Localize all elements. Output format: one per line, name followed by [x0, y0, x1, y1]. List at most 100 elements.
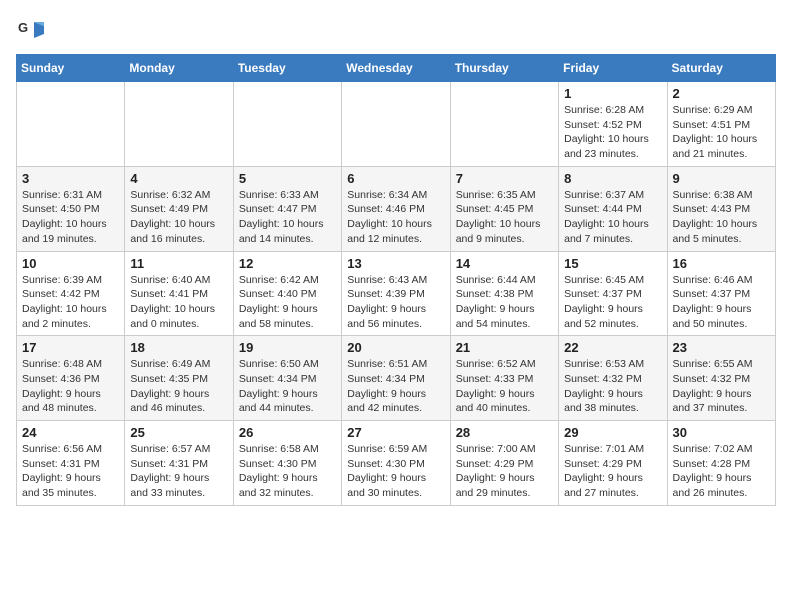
day-info: Sunrise: 6:59 AM Sunset: 4:30 PM Dayligh… — [347, 442, 444, 501]
day-header-saturday: Saturday — [667, 55, 775, 82]
calendar-day-cell: 16 Sunrise: 6:46 AM Sunset: 4:37 PM Dayli… — [667, 251, 775, 336]
day-header-friday: Friday — [559, 55, 667, 82]
day-number: 12 — [239, 256, 336, 271]
day-number: 27 — [347, 425, 444, 440]
day-info: Sunrise: 6:44 AM Sunset: 4:38 PM Dayligh… — [456, 273, 553, 332]
day-number: 30 — [673, 425, 770, 440]
day-number: 4 — [130, 171, 227, 186]
day-info: Sunrise: 6:50 AM Sunset: 4:34 PM Dayligh… — [239, 357, 336, 416]
calendar-week-row: 3 Sunrise: 6:31 AM Sunset: 4:50 PM Daylig… — [17, 166, 776, 251]
day-info: Sunrise: 6:33 AM Sunset: 4:47 PM Dayligh… — [239, 188, 336, 247]
calendar-day-cell: 18 Sunrise: 6:49 AM Sunset: 4:35 PM Dayli… — [125, 336, 233, 421]
calendar-day-cell: 10Sunrise: 6:39 AM Sunset: 4:42 PM Dayli… — [17, 251, 125, 336]
day-info: Sunrise: 6:43 AM Sunset: 4:39 PM Dayligh… — [347, 273, 444, 332]
calendar-day-cell — [17, 82, 125, 167]
day-info: Sunrise: 6:45 AM Sunset: 4:37 PM Dayligh… — [564, 273, 661, 332]
day-number: 20 — [347, 340, 444, 355]
calendar-day-cell: 1 Sunrise: 6:28 AM Sunset: 4:52 PM Daylig… — [559, 82, 667, 167]
calendar-day-cell: 19 Sunrise: 6:50 AM Sunset: 4:34 PM Dayli… — [233, 336, 341, 421]
svg-text:G: G — [18, 20, 28, 35]
day-number: 17 — [22, 340, 119, 355]
day-number: 29 — [564, 425, 661, 440]
day-number: 26 — [239, 425, 336, 440]
day-info: Sunrise: 7:00 AM Sunset: 4:29 PM Dayligh… — [456, 442, 553, 501]
day-number: 11 — [130, 256, 227, 271]
calendar-day-cell — [233, 82, 341, 167]
calendar-day-cell: 30 Sunrise: 7:02 AM Sunset: 4:28 PM Dayli… — [667, 421, 775, 506]
calendar-day-cell — [450, 82, 558, 167]
calendar-day-cell: 28Sunrise: 7:00 AM Sunset: 4:29 PM Dayli… — [450, 421, 558, 506]
calendar-day-cell: 12 Sunrise: 6:42 AM Sunset: 4:40 PM Dayli… — [233, 251, 341, 336]
day-number: 13 — [347, 256, 444, 271]
day-info: Sunrise: 6:32 AM Sunset: 4:49 PM Dayligh… — [130, 188, 227, 247]
calendar-day-cell: 15Sunrise: 6:45 AM Sunset: 4:37 PM Dayli… — [559, 251, 667, 336]
day-info: Sunrise: 6:58 AM Sunset: 4:30 PM Dayligh… — [239, 442, 336, 501]
day-number: 5 — [239, 171, 336, 186]
day-number: 7 — [456, 171, 553, 186]
calendar-week-row: 17 Sunrise: 6:48 AM Sunset: 4:36 PM Dayli… — [17, 336, 776, 421]
day-number: 25 — [130, 425, 227, 440]
calendar-day-cell: 7 Sunrise: 6:35 AM Sunset: 4:45 PM Daylig… — [450, 166, 558, 251]
day-header-monday: Monday — [125, 55, 233, 82]
calendar-day-cell: 17 Sunrise: 6:48 AM Sunset: 4:36 PM Dayli… — [17, 336, 125, 421]
calendar-day-cell: 25 Sunrise: 6:57 AM Sunset: 4:31 PM Dayli… — [125, 421, 233, 506]
calendar-header-row: SundayMondayTuesdayWednesdayThursdayFrid… — [17, 55, 776, 82]
day-number: 14 — [456, 256, 553, 271]
day-info: Sunrise: 6:57 AM Sunset: 4:31 PM Dayligh… — [130, 442, 227, 501]
day-info: Sunrise: 6:28 AM Sunset: 4:52 PM Dayligh… — [564, 103, 661, 162]
day-info: Sunrise: 6:35 AM Sunset: 4:45 PM Dayligh… — [456, 188, 553, 247]
day-number: 10 — [22, 256, 119, 271]
calendar-day-cell: 3 Sunrise: 6:31 AM Sunset: 4:50 PM Daylig… — [17, 166, 125, 251]
logo-icon: G — [16, 16, 44, 44]
day-info: Sunrise: 6:49 AM Sunset: 4:35 PM Dayligh… — [130, 357, 227, 416]
day-number: 3 — [22, 171, 119, 186]
day-number: 16 — [673, 256, 770, 271]
calendar-day-cell: 26 Sunrise: 6:58 AM Sunset: 4:30 PM Dayli… — [233, 421, 341, 506]
day-number: 8 — [564, 171, 661, 186]
day-info: Sunrise: 6:34 AM Sunset: 4:46 PM Dayligh… — [347, 188, 444, 247]
day-info: Sunrise: 6:56 AM Sunset: 4:31 PM Dayligh… — [22, 442, 119, 501]
calendar-week-row: 1 Sunrise: 6:28 AM Sunset: 4:52 PM Daylig… — [17, 82, 776, 167]
day-info: Sunrise: 6:37 AM Sunset: 4:44 PM Dayligh… — [564, 188, 661, 247]
page-header: G — [16, 16, 776, 44]
day-header-thursday: Thursday — [450, 55, 558, 82]
day-header-tuesday: Tuesday — [233, 55, 341, 82]
calendar-day-cell: 5 Sunrise: 6:33 AM Sunset: 4:47 PM Daylig… — [233, 166, 341, 251]
day-number: 24 — [22, 425, 119, 440]
day-info: Sunrise: 6:55 AM Sunset: 4:32 PM Dayligh… — [673, 357, 770, 416]
calendar-day-cell: 22 Sunrise: 6:53 AM Sunset: 4:32 PM Dayli… — [559, 336, 667, 421]
logo: G — [16, 16, 48, 44]
day-info: Sunrise: 6:38 AM Sunset: 4:43 PM Dayligh… — [673, 188, 770, 247]
day-header-sunday: Sunday — [17, 55, 125, 82]
day-number: 23 — [673, 340, 770, 355]
day-info: Sunrise: 6:29 AM Sunset: 4:51 PM Dayligh… — [673, 103, 770, 162]
day-info: Sunrise: 6:46 AM Sunset: 4:37 PM Dayligh… — [673, 273, 770, 332]
day-info: Sunrise: 7:02 AM Sunset: 4:28 PM Dayligh… — [673, 442, 770, 501]
day-number: 2 — [673, 86, 770, 101]
calendar-day-cell: 24 Sunrise: 6:56 AM Sunset: 4:31 PM Dayli… — [17, 421, 125, 506]
calendar-day-cell: 2 Sunrise: 6:29 AM Sunset: 4:51 PM Daylig… — [667, 82, 775, 167]
day-info: Sunrise: 7:01 AM Sunset: 4:29 PM Dayligh… — [564, 442, 661, 501]
calendar-day-cell: 6 Sunrise: 6:34 AM Sunset: 4:46 PM Daylig… — [342, 166, 450, 251]
calendar-day-cell: 8 Sunrise: 6:37 AM Sunset: 4:44 PM Daylig… — [559, 166, 667, 251]
day-info: Sunrise: 6:42 AM Sunset: 4:40 PM Dayligh… — [239, 273, 336, 332]
calendar-day-cell: 21 Sunrise: 6:52 AM Sunset: 4:33 PM Dayli… — [450, 336, 558, 421]
calendar-week-row: 24 Sunrise: 6:56 AM Sunset: 4:31 PM Dayli… — [17, 421, 776, 506]
calendar-day-cell: 14 Sunrise: 6:44 AM Sunset: 4:38 PM Dayli… — [450, 251, 558, 336]
calendar-week-row: 10Sunrise: 6:39 AM Sunset: 4:42 PM Dayli… — [17, 251, 776, 336]
day-number: 19 — [239, 340, 336, 355]
calendar-day-cell: 29 Sunrise: 7:01 AM Sunset: 4:29 PM Dayli… — [559, 421, 667, 506]
calendar-day-cell: 27 Sunrise: 6:59 AM Sunset: 4:30 PM Dayli… — [342, 421, 450, 506]
calendar-day-cell: 20Sunrise: 6:51 AM Sunset: 4:34 PM Dayli… — [342, 336, 450, 421]
day-number: 1 — [564, 86, 661, 101]
day-number: 21 — [456, 340, 553, 355]
day-info: Sunrise: 6:52 AM Sunset: 4:33 PM Dayligh… — [456, 357, 553, 416]
day-info: Sunrise: 6:31 AM Sunset: 4:50 PM Dayligh… — [22, 188, 119, 247]
calendar-day-cell: 11Sunrise: 6:40 AM Sunset: 4:41 PM Dayli… — [125, 251, 233, 336]
day-number: 6 — [347, 171, 444, 186]
day-number: 18 — [130, 340, 227, 355]
calendar-table: SundayMondayTuesdayWednesdayThursdayFrid… — [16, 54, 776, 506]
day-number: 22 — [564, 340, 661, 355]
day-info: Sunrise: 6:53 AM Sunset: 4:32 PM Dayligh… — [564, 357, 661, 416]
day-info: Sunrise: 6:48 AM Sunset: 4:36 PM Dayligh… — [22, 357, 119, 416]
